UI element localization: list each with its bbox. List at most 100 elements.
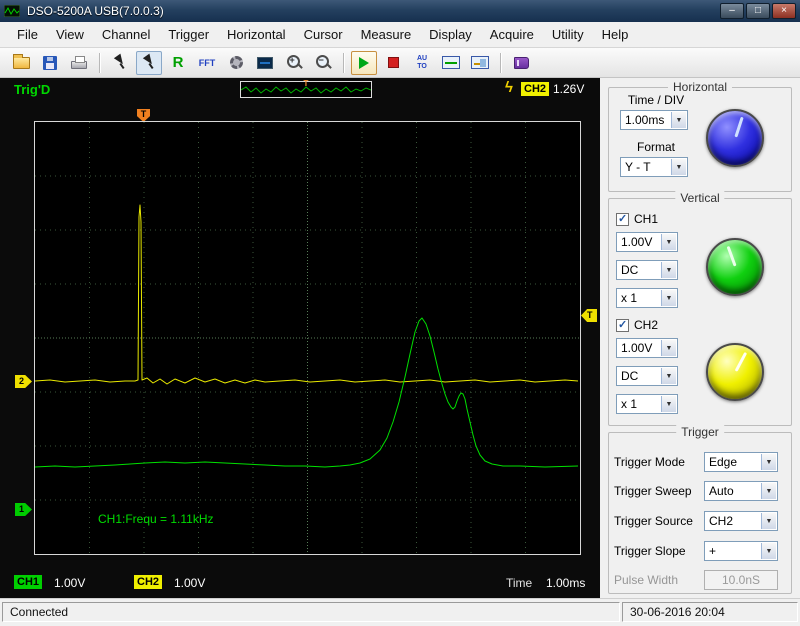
dropdown-arrow-icon[interactable]: [761, 543, 776, 559]
trigger-mode-value: Edge: [709, 455, 759, 469]
trigger-slope-select[interactable]: +: [704, 541, 778, 561]
ch2-probe-select[interactable]: x 1: [616, 394, 678, 414]
settings-button[interactable]: [223, 51, 249, 75]
ch1-volt-value: 1.00V: [621, 235, 659, 249]
menu-item-view[interactable]: View: [47, 24, 93, 45]
stop-button[interactable]: [380, 51, 406, 75]
dropdown-arrow-icon[interactable]: [761, 454, 776, 470]
knob-pointer: [726, 246, 736, 267]
ch1-position-marker[interactable]: 1: [15, 503, 32, 516]
dropdown-arrow-icon[interactable]: [661, 396, 676, 412]
display-mode-button[interactable]: [252, 51, 278, 75]
toolbar-separator: [500, 53, 501, 73]
connection-status: Connected: [2, 602, 620, 622]
dropdown-arrow-icon[interactable]: [661, 290, 676, 306]
fft-button[interactable]: FFT: [194, 51, 220, 75]
pointer-tool-button[interactable]: [136, 51, 162, 75]
auto-setup-button[interactable]: AU TO: [409, 51, 435, 75]
ch1-vertical-knob[interactable]: [706, 238, 764, 296]
ch2-coupling-select[interactable]: DC: [616, 366, 678, 386]
dropdown-arrow-icon[interactable]: [671, 112, 686, 128]
help-book-icon: [514, 57, 529, 69]
menu-item-utility[interactable]: Utility: [543, 24, 593, 45]
ch2-badge: CH2: [134, 575, 162, 589]
ch1-checkbox[interactable]: [616, 213, 629, 226]
cursor-tool-button[interactable]: [107, 51, 133, 75]
pulse-width-input[interactable]: 10.0nS: [704, 570, 778, 590]
start-button[interactable]: [351, 51, 377, 75]
menu-item-horizontal[interactable]: Horizontal: [218, 24, 295, 45]
minimize-button[interactable]: –: [720, 3, 744, 19]
ch1-probe-value: x 1: [621, 291, 659, 305]
dropdown-arrow-icon[interactable]: [661, 234, 676, 250]
format-select[interactable]: Y - T: [620, 157, 688, 177]
zoom-in-icon: +: [286, 54, 303, 71]
trigger-slope-value: +: [709, 544, 759, 558]
menu-item-help[interactable]: Help: [593, 24, 638, 45]
trigger-source-select[interactable]: CH2: [704, 511, 778, 531]
menu-item-display[interactable]: Display: [420, 24, 481, 45]
print-button[interactable]: [66, 51, 92, 75]
format-label: Format: [616, 140, 696, 154]
plus-glyph: +: [290, 55, 295, 65]
dropdown-arrow-icon[interactable]: [661, 340, 676, 356]
open-button[interactable]: [8, 51, 34, 75]
ch1-volt-select[interactable]: 1.00V: [616, 232, 678, 252]
zoom-out-button[interactable]: −: [310, 51, 336, 75]
zoom-out-icon: −: [315, 54, 332, 71]
minus-glyph: −: [319, 55, 324, 65]
maximize-button[interactable]: □: [746, 3, 770, 19]
time-div-select[interactable]: 1.00ms: [620, 110, 688, 130]
menu-item-trigger[interactable]: Trigger: [159, 24, 218, 45]
menu-item-acquire[interactable]: Acquire: [481, 24, 543, 45]
titlebar: DSO-5200A USB(7.0.0.3) – □ ×: [0, 0, 800, 22]
scope-window-icon: [442, 56, 460, 69]
ch2-vertical-knob[interactable]: [706, 343, 764, 401]
trigger-level-marker[interactable]: T: [581, 309, 597, 322]
r-measure-button[interactable]: R: [165, 51, 191, 75]
scope-window-button[interactable]: [438, 51, 464, 75]
trigger-source-badge: CH2: [521, 82, 549, 96]
dropdown-arrow-icon[interactable]: [671, 159, 686, 175]
trigger-sweep-select[interactable]: Auto: [704, 481, 778, 501]
dropdown-arrow-icon[interactable]: [661, 368, 676, 384]
preview-trigger-marker: T: [304, 80, 309, 88]
ch2-coupling-value: DC: [621, 369, 659, 383]
zoom-in-button[interactable]: +: [281, 51, 307, 75]
ch2-volt-value: 1.00V: [621, 341, 659, 355]
format-value: Y - T: [625, 160, 669, 174]
knob-pointer: [734, 352, 747, 372]
ch1-coupling-value: DC: [621, 263, 659, 277]
trigger-mode-select[interactable]: Edge: [704, 452, 778, 472]
save-floppy-icon: [43, 56, 57, 70]
time-div-value: 1.00ms: [625, 113, 669, 127]
scope-canvas: [35, 122, 580, 554]
dropdown-arrow-icon[interactable]: [661, 262, 676, 278]
dropdown-arrow-icon[interactable]: [761, 483, 776, 499]
app-icon: [4, 4, 22, 18]
menu-item-channel[interactable]: Channel: [93, 24, 159, 45]
ch1-enable-row: CH1: [616, 212, 658, 226]
ch1-probe-select[interactable]: x 1: [616, 288, 678, 308]
dropdown-arrow-icon[interactable]: [761, 513, 776, 529]
ch2-position-marker[interactable]: 2: [15, 375, 32, 388]
waveform-preview[interactable]: T: [240, 81, 372, 98]
ch1-coupling-select[interactable]: DC: [616, 260, 678, 280]
ch2-checkbox-label: CH2: [634, 318, 658, 332]
menu-item-file[interactable]: File: [8, 24, 47, 45]
ch2-volt-select[interactable]: 1.00V: [616, 338, 678, 358]
auto-top-text: AU: [417, 55, 427, 63]
menubar: File View Channel Trigger Horizontal Cur…: [0, 22, 800, 48]
menu-item-cursor[interactable]: Cursor: [295, 24, 352, 45]
auto-bottom-text: TO: [417, 63, 427, 71]
help-button[interactable]: [508, 51, 534, 75]
close-button[interactable]: ×: [772, 3, 796, 19]
scope-split-button[interactable]: [467, 51, 493, 75]
save-button[interactable]: [37, 51, 63, 75]
fft-icon: FFT: [199, 58, 216, 68]
trigger-source-label: Trigger Source: [614, 514, 693, 528]
menu-item-measure[interactable]: Measure: [352, 24, 421, 45]
horizontal-knob[interactable]: [706, 109, 764, 167]
knob-pointer: [734, 117, 743, 138]
ch2-checkbox[interactable]: [616, 319, 629, 332]
